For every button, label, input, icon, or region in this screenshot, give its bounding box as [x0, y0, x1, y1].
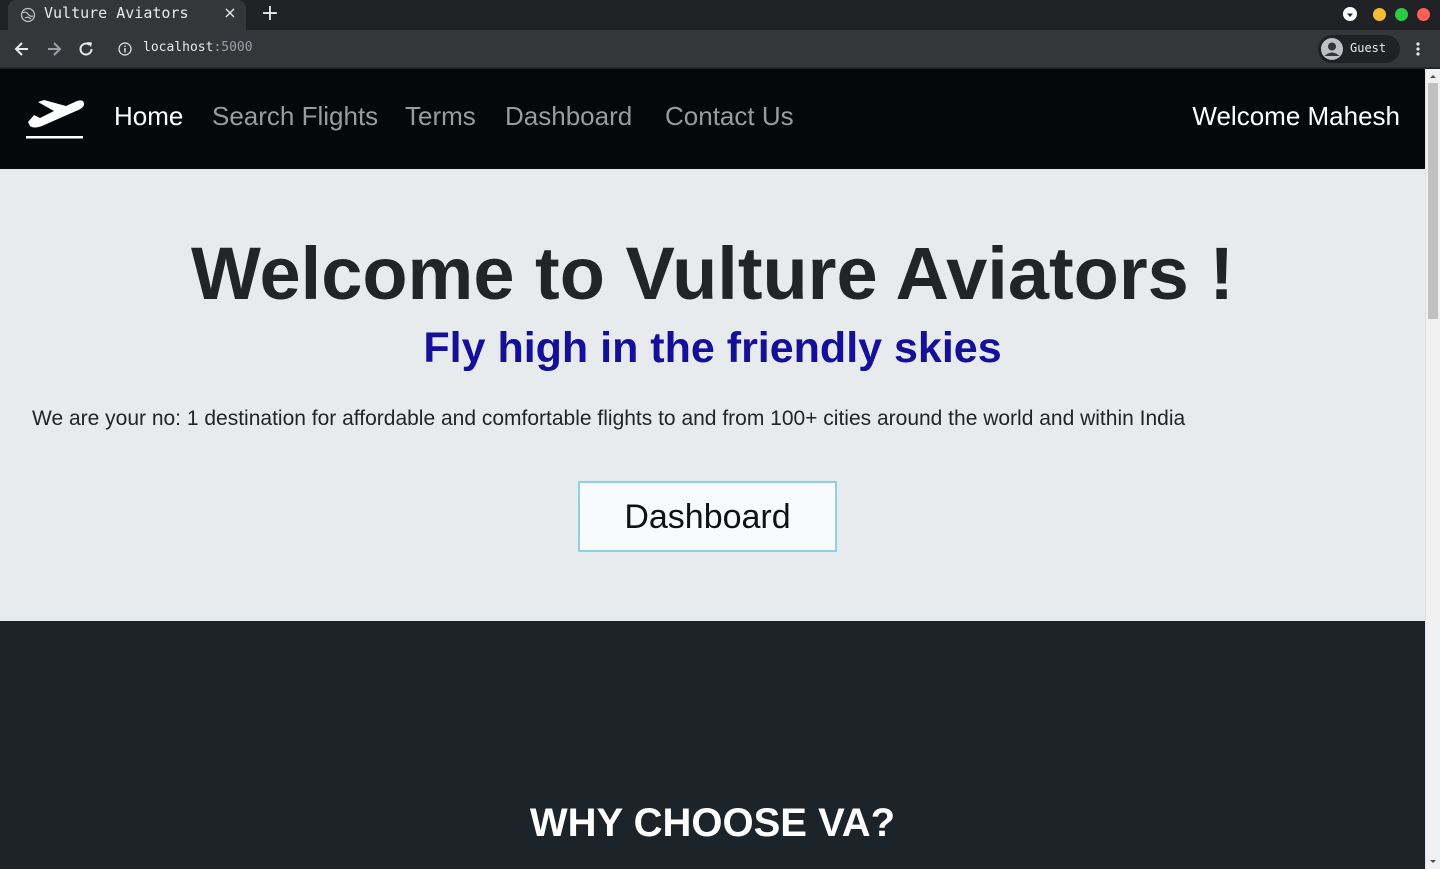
nav-link-terms[interactable]: Terms — [405, 101, 476, 132]
url-port: :5000 — [213, 40, 253, 55]
why-choose-title: WHY CHOOSE VA? — [529, 801, 896, 845]
site-info-icon[interactable] — [118, 42, 132, 56]
nav-link-home[interactable]: Home — [114, 101, 183, 132]
new-tab-button[interactable]: + — [260, 3, 280, 25]
reload-icon[interactable] — [76, 39, 96, 59]
user-avatar-icon — [1321, 38, 1343, 60]
globe-favicon-icon — [20, 7, 36, 23]
tab-title: Vulture Aviators — [44, 4, 189, 22]
tab-close-icon[interactable]: × — [222, 5, 238, 21]
window-maximize-button[interactable] — [1395, 8, 1408, 21]
airplane-takeoff-icon[interactable] — [24, 96, 86, 142]
dashboard-button[interactable]: Dashboard — [578, 481, 837, 552]
profile-label: Guest — [1350, 41, 1387, 55]
hero-description: We are your no: 1 destination for afford… — [32, 407, 1186, 430]
address-bar[interactable]: localhost:5000 — [104, 34, 1304, 64]
scrollbar-thumb[interactable] — [1428, 83, 1438, 319]
browser-toolbar: localhost:5000 Guest — [0, 30, 1440, 68]
scroll-down-arrow-icon[interactable] — [1426, 854, 1440, 869]
hero-section: Welcome to Vulture Aviators ! Fly high i… — [0, 169, 1425, 621]
url-text: localhost:5000 — [143, 40, 253, 55]
site-navbar: Home Search Flights Terms Dashboard Cont… — [0, 69, 1425, 169]
nav-link-contact-us[interactable]: Contact Us — [665, 101, 794, 132]
hero-title: Welcome to Vulture Aviators ! — [190, 232, 1235, 315]
window-minimize-button[interactable] — [1373, 8, 1386, 21]
window-close-button[interactable] — [1417, 8, 1430, 21]
more-options-icon[interactable] — [1410, 39, 1426, 59]
welcome-user-text: Welcome Mahesh — [1192, 101, 1400, 131]
nav-link-dashboard[interactable]: Dashboard — [505, 101, 632, 132]
page-scrollbar[interactable] — [1425, 69, 1440, 869]
nav-link-search-flights[interactable]: Search Flights — [212, 101, 378, 132]
back-arrow-icon[interactable] — [12, 39, 32, 59]
browser-tab[interactable]: Vulture Aviators × — [8, 0, 246, 30]
browser-menu-dropdown-icon[interactable] — [1343, 7, 1357, 21]
why-choose-section: WHY CHOOSE VA? — [0, 621, 1425, 869]
forward-arrow-icon[interactable] — [44, 39, 64, 59]
hero-subtitle: Fly high in the friendly skies — [423, 324, 1002, 372]
browser-tab-strip: Vulture Aviators × + — [0, 0, 1440, 30]
page-viewport: Home Search Flights Terms Dashboard Cont… — [0, 69, 1425, 869]
url-host: localhost — [143, 40, 214, 55]
scroll-up-arrow-icon[interactable] — [1426, 69, 1440, 84]
profile-button[interactable]: Guest — [1318, 35, 1400, 63]
